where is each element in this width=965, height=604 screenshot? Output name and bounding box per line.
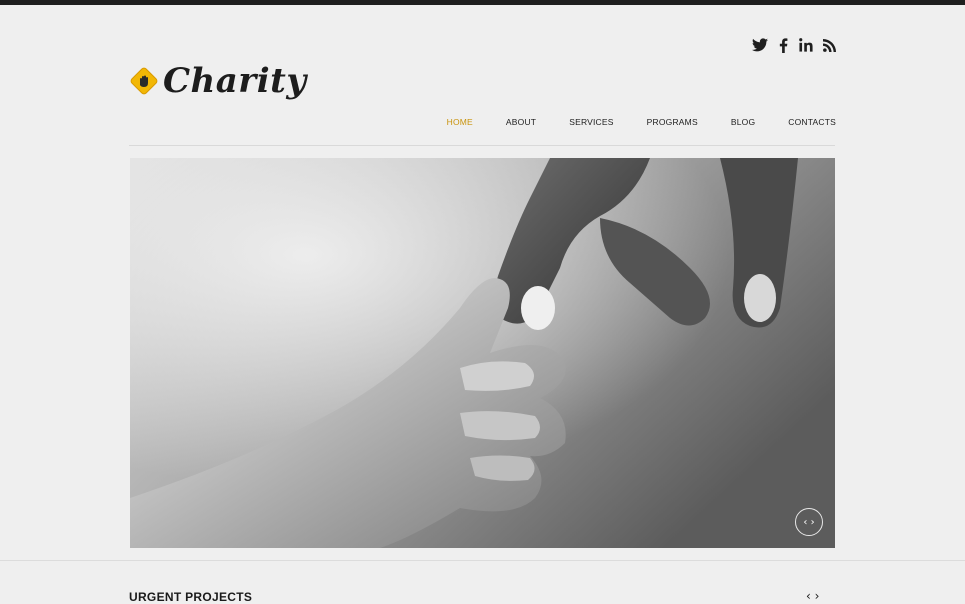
nav-item-about[interactable]: ABOUT — [473, 117, 536, 127]
site-logo[interactable]: Charity — [129, 56, 307, 106]
nav-item-contacts[interactable]: CONTACTS — [755, 117, 836, 127]
hero-image — [130, 158, 835, 548]
header-divider — [129, 145, 835, 146]
logo-wordmark: Charity — [163, 61, 307, 101]
facebook-icon[interactable] — [775, 37, 791, 53]
social-links — [752, 37, 837, 53]
twitter-icon[interactable] — [752, 37, 768, 53]
linkedin-icon[interactable] — [798, 37, 814, 53]
nav-item-services[interactable]: SERVICES — [536, 117, 613, 127]
rss-icon[interactable] — [821, 37, 837, 53]
nav-item-home[interactable]: HOME — [414, 117, 473, 127]
slider-arrows-icon[interactable]: ‹ › — [795, 508, 823, 536]
main-nav: HOME ABOUT SERVICES PROGRAMS BLOG CONTAC… — [414, 117, 836, 127]
top-bar — [0, 0, 965, 5]
section-title: URGENT PROJECTS — [129, 590, 253, 604]
section-divider — [0, 560, 965, 561]
nav-item-programs[interactable]: PROGRAMS — [614, 117, 698, 127]
nav-item-blog[interactable]: BLOG — [698, 117, 755, 127]
hero-slider[interactable]: ‹ › — [130, 158, 835, 548]
hand-icon — [129, 66, 159, 96]
section-arrows-icon[interactable]: ‹ › — [806, 589, 819, 603]
